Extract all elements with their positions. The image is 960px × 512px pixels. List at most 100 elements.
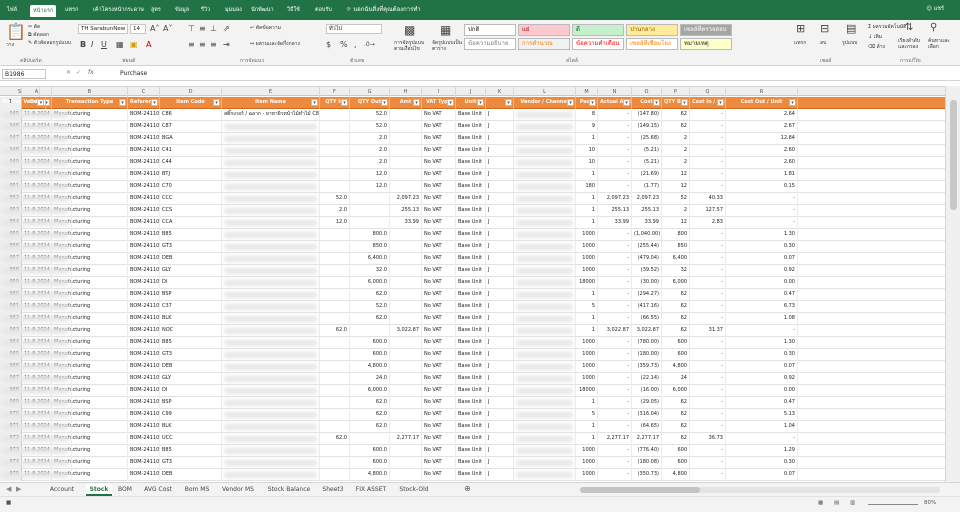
column-letter[interactable]: P xyxy=(662,87,690,97)
table-cell[interactable]: 62 xyxy=(662,397,690,409)
align-top-icon[interactable]: ⊤ xyxy=(188,24,195,33)
table-cell[interactable]: 2.64 xyxy=(726,109,798,121)
column-header[interactable]: Item Code ▾ xyxy=(160,97,222,109)
table-cell[interactable]: - xyxy=(598,253,632,265)
table-cell[interactable] xyxy=(390,145,422,157)
table-cell[interactable]: 62.0 xyxy=(350,409,390,421)
table-cell[interactable] xyxy=(350,205,390,217)
table-cell[interactable]: No VAT xyxy=(422,217,456,229)
table-cell[interactable]: BOM-2411038-006 xyxy=(128,169,160,181)
table-cell[interactable]: No VAT xyxy=(422,361,456,373)
table-cell[interactable]: BOM-2411038-006 xyxy=(128,121,160,133)
table-cell[interactable]: Base Unit xyxy=(456,325,486,337)
table-cell[interactable]: J xyxy=(486,241,514,253)
cancel-icon[interactable]: ✕ xyxy=(66,69,71,76)
redacted-vendor[interactable] xyxy=(516,460,573,466)
table-row[interactable]: 95411-8-2024ManufacturingBOM-2411038-006… xyxy=(0,217,945,229)
paste-icon[interactable]: 📋 xyxy=(6,24,26,40)
table-cell[interactable]: 1 xyxy=(576,313,598,325)
table-row[interactable]: 94511-8-2024ManufacturingBOM-2411038-006… xyxy=(0,109,945,121)
underline-button[interactable]: U xyxy=(101,40,107,49)
table-cell[interactable]: - xyxy=(690,361,726,373)
table-cell[interactable]: 4,800.0 xyxy=(350,469,390,481)
table-cell[interactable]: BOM-2411038-009 xyxy=(128,457,160,469)
ribbon-tab[interactable]: หน้าแรก xyxy=(30,5,57,17)
redacted-master-vendor[interactable] xyxy=(2,160,69,166)
redacted-vendor[interactable] xyxy=(516,256,573,262)
table-cell[interactable]: J xyxy=(486,397,514,409)
table-cell[interactable]: - xyxy=(690,373,726,385)
table-cell[interactable]: - xyxy=(598,277,632,289)
table-cell[interactable]: - xyxy=(598,181,632,193)
table-cell[interactable]: BOM-2411038-006 xyxy=(128,145,160,157)
redacted-item-name[interactable] xyxy=(224,448,317,454)
table-cell[interactable]: Base Unit xyxy=(456,289,486,301)
add-sheet-icon[interactable]: ⊕ xyxy=(464,484,471,493)
table-cell[interactable]: 2.0 xyxy=(320,205,350,217)
redacted-vendor[interactable] xyxy=(516,220,573,226)
table-cell[interactable]: - xyxy=(690,445,726,457)
table-cell[interactable] xyxy=(0,121,72,133)
table-cell[interactable]: No VAT xyxy=(422,373,456,385)
table-cell[interactable] xyxy=(0,109,72,121)
italic-button[interactable]: I xyxy=(91,40,93,49)
table-cell[interactable]: BOM-2411038-006 xyxy=(128,241,160,253)
table-cell[interactable] xyxy=(514,445,576,457)
table-cell[interactable]: 33.99 xyxy=(598,217,632,229)
table-cell[interactable]: J xyxy=(486,313,514,325)
table-row[interactable]: 96911-8-2024ManufacturingBOM-2411038-008… xyxy=(0,397,945,409)
table-cell[interactable] xyxy=(514,337,576,349)
filter-dropdown-icon[interactable]: ▾ xyxy=(37,99,45,106)
column-letter[interactable]: R xyxy=(726,87,798,97)
table-cell[interactable] xyxy=(514,325,576,337)
table-cell[interactable]: 6,000.0 xyxy=(350,277,390,289)
table-cell[interactable]: No VAT xyxy=(422,109,456,121)
table-cell[interactable]: 52.0 xyxy=(350,301,390,313)
redacted-master-vendor[interactable] xyxy=(2,436,69,442)
redacted-master-vendor[interactable] xyxy=(2,268,69,274)
redacted-master-vendor[interactable] xyxy=(2,352,69,358)
table-cell[interactable] xyxy=(390,361,422,373)
table-cell[interactable]: BOM-2411038-006 xyxy=(128,229,160,241)
sheet-tab[interactable]: AVG Cost xyxy=(138,484,178,496)
column-header[interactable]: Actual Amt ▾ xyxy=(598,97,632,109)
column-header[interactable]: QTY In ▾ xyxy=(320,97,350,109)
comma-icon[interactable]: , xyxy=(354,40,357,49)
table-cell[interactable]: 1000 xyxy=(576,469,598,481)
table-cell[interactable]: 1000 xyxy=(576,373,598,385)
table-cell[interactable]: 850.0 xyxy=(350,241,390,253)
sheet-tab[interactable]: Stock xyxy=(86,484,112,496)
table-cell[interactable]: (359.73) xyxy=(632,361,662,373)
column-header[interactable]: VAT Type ▾ xyxy=(422,97,456,109)
table-cell[interactable]: DEB xyxy=(160,361,222,373)
filter-dropdown-icon[interactable]: ▾ xyxy=(623,99,630,106)
table-cell[interactable]: 2.60 xyxy=(726,145,798,157)
table-cell[interactable] xyxy=(222,229,320,241)
table-cell[interactable]: J xyxy=(486,229,514,241)
cell-style-option[interactable]: ข้อความคำเตือน xyxy=(572,38,624,50)
table-cell[interactable] xyxy=(222,349,320,361)
table-cell[interactable]: BOM-2411038-006 xyxy=(128,133,160,145)
table-cell[interactable]: BOM-2411038-006 xyxy=(128,265,160,277)
table-cell[interactable] xyxy=(514,169,576,181)
table-cell[interactable]: J xyxy=(486,373,514,385)
column-letter[interactable]: F xyxy=(320,87,350,97)
table-cell[interactable]: 6,000 xyxy=(662,277,690,289)
column-header[interactable]: Master Vendor ▾ xyxy=(0,97,47,109)
sheet-tab[interactable]: Sheet3 xyxy=(318,484,348,496)
table-cell[interactable]: Base Unit xyxy=(456,409,486,421)
wrap-text-button[interactable]: ↵ ตัดข้อความ xyxy=(250,25,281,31)
redacted-master-vendor[interactable] xyxy=(2,220,69,226)
table-cell[interactable]: 800.0 xyxy=(350,229,390,241)
redacted-item-name[interactable] xyxy=(224,388,317,394)
table-cell[interactable]: (180.00) xyxy=(632,349,662,361)
redacted-master-vendor[interactable] xyxy=(2,244,69,250)
format-table-button[interactable]: จัดรูปแบบเป็นตาราง xyxy=(432,40,462,52)
share-button[interactable]: ☺ แชร์ xyxy=(926,5,944,13)
table-cell[interactable]: - xyxy=(690,301,726,313)
table-cell[interactable] xyxy=(514,313,576,325)
table-cell[interactable]: BOM-2411038-008 xyxy=(128,349,160,361)
confirm-icon[interactable]: ✓ xyxy=(76,69,81,76)
table-cell[interactable] xyxy=(390,157,422,169)
table-cell[interactable]: 2,097.23 xyxy=(598,193,632,205)
